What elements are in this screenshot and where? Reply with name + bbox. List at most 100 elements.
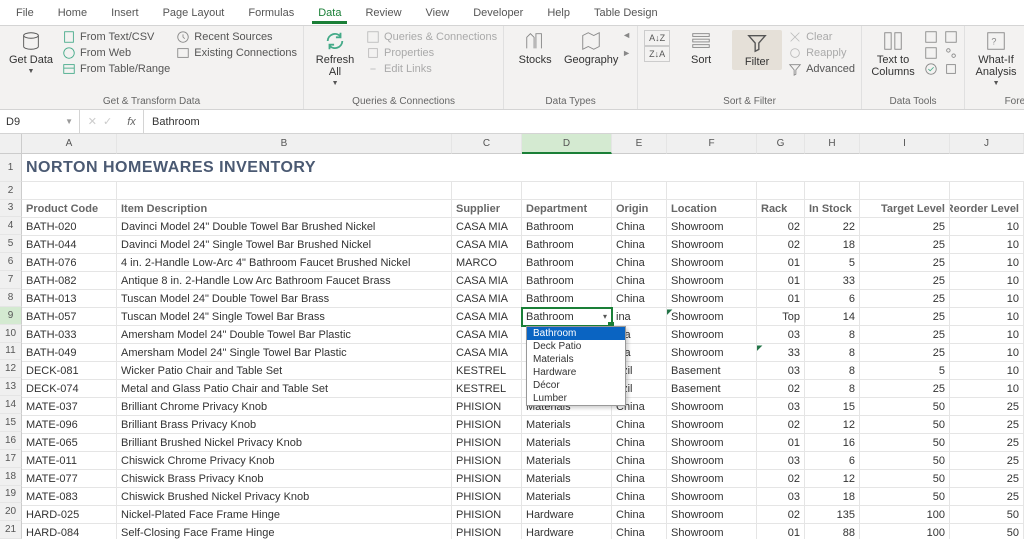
cell[interactable]: Showroom xyxy=(667,452,757,470)
cell[interactable]: Supplier xyxy=(452,200,522,218)
cell[interactable]: 10 xyxy=(950,218,1024,236)
cell[interactable]: Tuscan Model 24" Single Towel Bar Brass xyxy=(117,308,452,326)
col-header[interactable]: J xyxy=(950,134,1024,154)
row-header[interactable]: 21 xyxy=(0,521,22,539)
cell[interactable]: 50 xyxy=(860,398,950,416)
cell[interactable]: 10 xyxy=(950,308,1024,326)
cell[interactable]: Materials xyxy=(522,488,612,506)
row-header[interactable]: 13 xyxy=(0,378,22,396)
cell[interactable]: DECK-074 xyxy=(22,380,117,398)
cell[interactable]: China xyxy=(612,434,667,452)
dropdown-option[interactable]: Décor xyxy=(527,379,625,392)
cell[interactable]: BATH-020 xyxy=(22,218,117,236)
cell[interactable]: PHISION xyxy=(452,434,522,452)
cell[interactable]: Basement xyxy=(667,380,757,398)
cell[interactable]: Showroom xyxy=(667,254,757,272)
cell[interactable]: Materials xyxy=(522,470,612,488)
cell[interactable]: MATE-096 xyxy=(22,416,117,434)
cell[interactable]: Chiswick Chrome Privacy Knob xyxy=(117,452,452,470)
cell[interactable]: Amersham Model 24" Single Towel Bar Plas… xyxy=(117,344,452,362)
cell[interactable]: 50 xyxy=(860,416,950,434)
cell[interactable]: 02 xyxy=(757,218,805,236)
row-header[interactable]: 12 xyxy=(0,360,22,378)
cell[interactable]: BATH-057 xyxy=(22,308,117,326)
row-header[interactable]: 2 xyxy=(0,182,22,200)
cell[interactable]: PHISION xyxy=(452,506,522,524)
cell[interactable]: CASA MIA xyxy=(452,236,522,254)
cell[interactable]: 8 xyxy=(805,380,860,398)
row-header[interactable]: 18 xyxy=(0,468,22,486)
cell[interactable]: Antique 8 in. 2-Handle Low Arc Bathroom … xyxy=(117,272,452,290)
cell[interactable]: BATH-033 xyxy=(22,326,117,344)
cell[interactable]: Davinci Model 24" Double Towel Bar Brush… xyxy=(117,218,452,236)
cell[interactable]: Showroom xyxy=(667,488,757,506)
cell[interactable]: Showroom xyxy=(667,272,757,290)
cell[interactable] xyxy=(950,182,1024,200)
refresh-all-button[interactable]: Refresh All ▼ xyxy=(310,30,360,87)
cell[interactable]: 01 xyxy=(757,434,805,452)
row-header[interactable]: 3 xyxy=(0,200,22,218)
cell[interactable]: China xyxy=(612,488,667,506)
page-title[interactable]: NORTON HOMEWARES INVENTORY xyxy=(22,154,1024,182)
cell[interactable]: MATE-077 xyxy=(22,470,117,488)
sort-button[interactable]: Sort xyxy=(676,30,726,66)
cell[interactable]: Wicker Patio Chair and Table Set xyxy=(117,362,452,380)
cell[interactable]: China xyxy=(612,416,667,434)
row-header[interactable]: 8 xyxy=(0,289,22,307)
cell[interactable]: 03 xyxy=(757,452,805,470)
cell[interactable]: Top xyxy=(757,308,805,326)
tab-home[interactable]: Home xyxy=(46,3,99,23)
cell[interactable]: 5 xyxy=(805,254,860,272)
cell[interactable]: Materials xyxy=(522,434,612,452)
col-header[interactable]: B xyxy=(117,134,452,154)
cell[interactable]: Self-Closing Face Frame Hinge xyxy=(117,524,452,539)
tab-help[interactable]: Help xyxy=(535,3,582,23)
cell[interactable]: 10 xyxy=(950,380,1024,398)
row-header[interactable]: 9 xyxy=(0,307,22,325)
cell[interactable]: 16 xyxy=(805,434,860,452)
cell[interactable]: 50 xyxy=(860,488,950,506)
col-header[interactable]: F xyxy=(667,134,757,154)
cell[interactable]: Department xyxy=(522,200,612,218)
cell[interactable]: 8 xyxy=(805,344,860,362)
cell[interactable]: Showroom xyxy=(667,218,757,236)
cell[interactable]: 25 xyxy=(860,254,950,272)
tab-developer[interactable]: Developer xyxy=(461,3,535,23)
cell[interactable]: 50 xyxy=(860,434,950,452)
row-header[interactable]: 15 xyxy=(0,414,22,432)
cell[interactable]: Brilliant Brushed Nickel Privacy Knob xyxy=(117,434,452,452)
cell[interactable]: 10 xyxy=(950,362,1024,380)
cell[interactable]: 02 xyxy=(757,506,805,524)
cell[interactable]: 50 xyxy=(950,524,1024,539)
chevron-right-icon[interactable]: ► xyxy=(622,48,631,58)
cell[interactable]: 135 xyxy=(805,506,860,524)
geography-button[interactable]: Geography xyxy=(566,30,616,66)
row-header[interactable]: 7 xyxy=(0,271,22,289)
row-header[interactable]: 14 xyxy=(0,396,22,414)
row-header[interactable]: 17 xyxy=(0,450,22,468)
cell[interactable]: 50 xyxy=(950,506,1024,524)
relationships-button[interactable] xyxy=(944,46,958,60)
cell[interactable] xyxy=(757,182,805,200)
existing-conn-button[interactable]: Existing Connections xyxy=(176,46,297,60)
cell[interactable]: 01 xyxy=(757,290,805,308)
cell[interactable]: Bathroom xyxy=(522,236,612,254)
data-model-button[interactable] xyxy=(944,62,958,76)
cell[interactable]: Metal and Glass Patio Chair and Table Se… xyxy=(117,380,452,398)
cell[interactable]: Rack xyxy=(757,200,805,218)
cell[interactable]: PHISION xyxy=(452,524,522,539)
cell[interactable]: 33 xyxy=(805,272,860,290)
cell[interactable]: 01 xyxy=(757,524,805,539)
cell[interactable]: 6 xyxy=(805,452,860,470)
filter-button[interactable]: Filter xyxy=(732,30,782,70)
cell[interactable]: 10 xyxy=(950,236,1024,254)
cell[interactable]: Bathroom xyxy=(522,290,612,308)
cell[interactable] xyxy=(860,182,950,200)
cell[interactable]: PHISION xyxy=(452,488,522,506)
flash-fill-button[interactable] xyxy=(924,30,938,44)
cell[interactable]: 01 xyxy=(757,272,805,290)
cell[interactable]: MATE-011 xyxy=(22,452,117,470)
cell[interactable]: 25 xyxy=(860,290,950,308)
cell[interactable]: MATE-065 xyxy=(22,434,117,452)
cell[interactable]: Showroom xyxy=(667,416,757,434)
